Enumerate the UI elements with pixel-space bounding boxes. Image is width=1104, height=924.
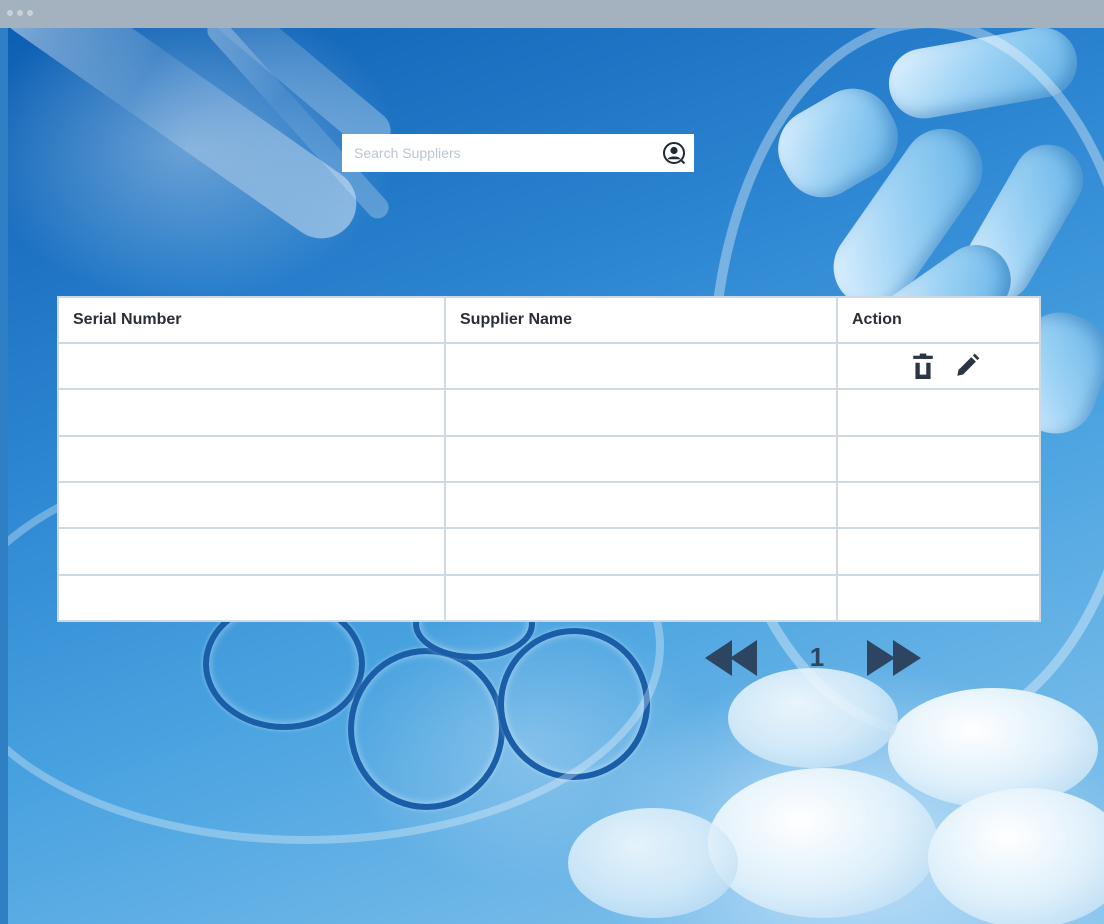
table-row — [57, 480, 1041, 530]
suppliers-table: Serial Number Supplier Name Action — [57, 296, 1041, 623]
pagination: 1 — [705, 640, 925, 676]
action-cell — [836, 434, 1041, 483]
window-controls — [7, 10, 33, 16]
search-bar — [342, 134, 694, 172]
trash-icon[interactable] — [910, 353, 936, 380]
user-circle-icon[interactable] — [662, 141, 686, 165]
serial-number-cell — [57, 527, 446, 576]
column-header-action: Action — [836, 296, 1041, 344]
supplier-name-cell — [444, 388, 838, 437]
action-cell — [836, 388, 1041, 437]
column-header-serial-number[interactable]: Serial Number — [57, 296, 446, 344]
search-input[interactable] — [342, 134, 666, 172]
table-row — [57, 527, 1041, 576]
action-cell — [836, 341, 1041, 391]
close-dot[interactable] — [7, 10, 13, 16]
serial-number-cell — [57, 434, 446, 483]
table-row — [57, 434, 1041, 483]
rewind-icon[interactable] — [705, 640, 759, 676]
serial-number-cell — [57, 573, 446, 623]
table-row — [57, 388, 1041, 437]
serial-number-cell — [57, 480, 446, 530]
column-header-supplier-name[interactable]: Supplier Name — [444, 296, 838, 344]
pencil-icon[interactable] — [954, 353, 980, 379]
serial-number-cell — [57, 341, 446, 391]
minimize-dot[interactable] — [17, 10, 23, 16]
supplier-name-cell — [444, 434, 838, 483]
action-cell — [836, 527, 1041, 576]
fast-forward-icon[interactable] — [867, 640, 923, 676]
table-row — [57, 341, 1041, 391]
row-actions — [852, 353, 1025, 380]
supplier-name-cell — [444, 527, 838, 576]
action-cell — [836, 573, 1041, 623]
maximize-dot[interactable] — [27, 10, 33, 16]
supplier-name-cell — [444, 480, 838, 530]
action-cell — [836, 480, 1041, 530]
supplier-name-cell — [444, 573, 838, 623]
table-row — [57, 573, 1041, 623]
current-page-number: 1 — [809, 642, 825, 672]
window-titlebar — [0, 0, 1104, 28]
supplier-name-cell — [444, 341, 838, 391]
table-header-row: Serial Number Supplier Name Action — [57, 296, 1041, 344]
serial-number-cell — [57, 388, 446, 437]
